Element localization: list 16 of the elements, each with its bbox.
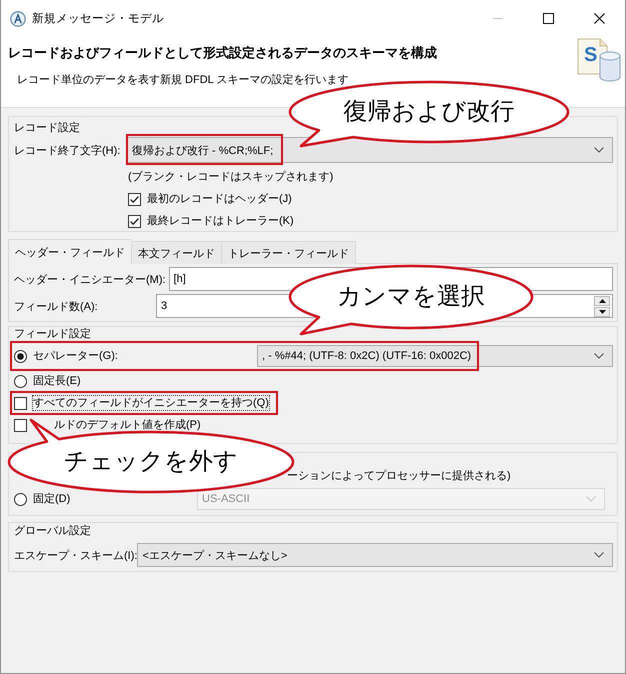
- field-label: エスケープ・スキーム(I):: [14, 548, 138, 562]
- callout-text: チェックを外す: [64, 448, 238, 476]
- page-title: レコードおよびフィールドとして形式設定されるデータのスキーマを構成: [8, 44, 437, 62]
- callout-text: 復帰および改行: [344, 98, 514, 126]
- field-label: フィールド数(A):: [14, 300, 99, 314]
- page-description: レコード単位のデータを表す新規 DFDL スキーマの設定を行います: [17, 72, 348, 88]
- option-label: ーションによってプロセッサーに提供される): [287, 468, 511, 484]
- callout-text: カンマを選択: [337, 283, 485, 311]
- group-title: レコード設定: [14, 120, 80, 136]
- group-title: グローバル設定: [14, 524, 91, 539]
- field-label: ヘッダー・イニシエーター(M):: [14, 272, 166, 286]
- hint-text: (ブランク・レコードはスキップされます): [128, 170, 334, 185]
- window-title: 新規メッセージ・モデル: [32, 11, 164, 26]
- field-label: レコード終了文字(H):: [14, 144, 122, 158]
- icon-letter: S: [584, 44, 598, 66]
- group-title: フィールド設定: [14, 327, 91, 342]
